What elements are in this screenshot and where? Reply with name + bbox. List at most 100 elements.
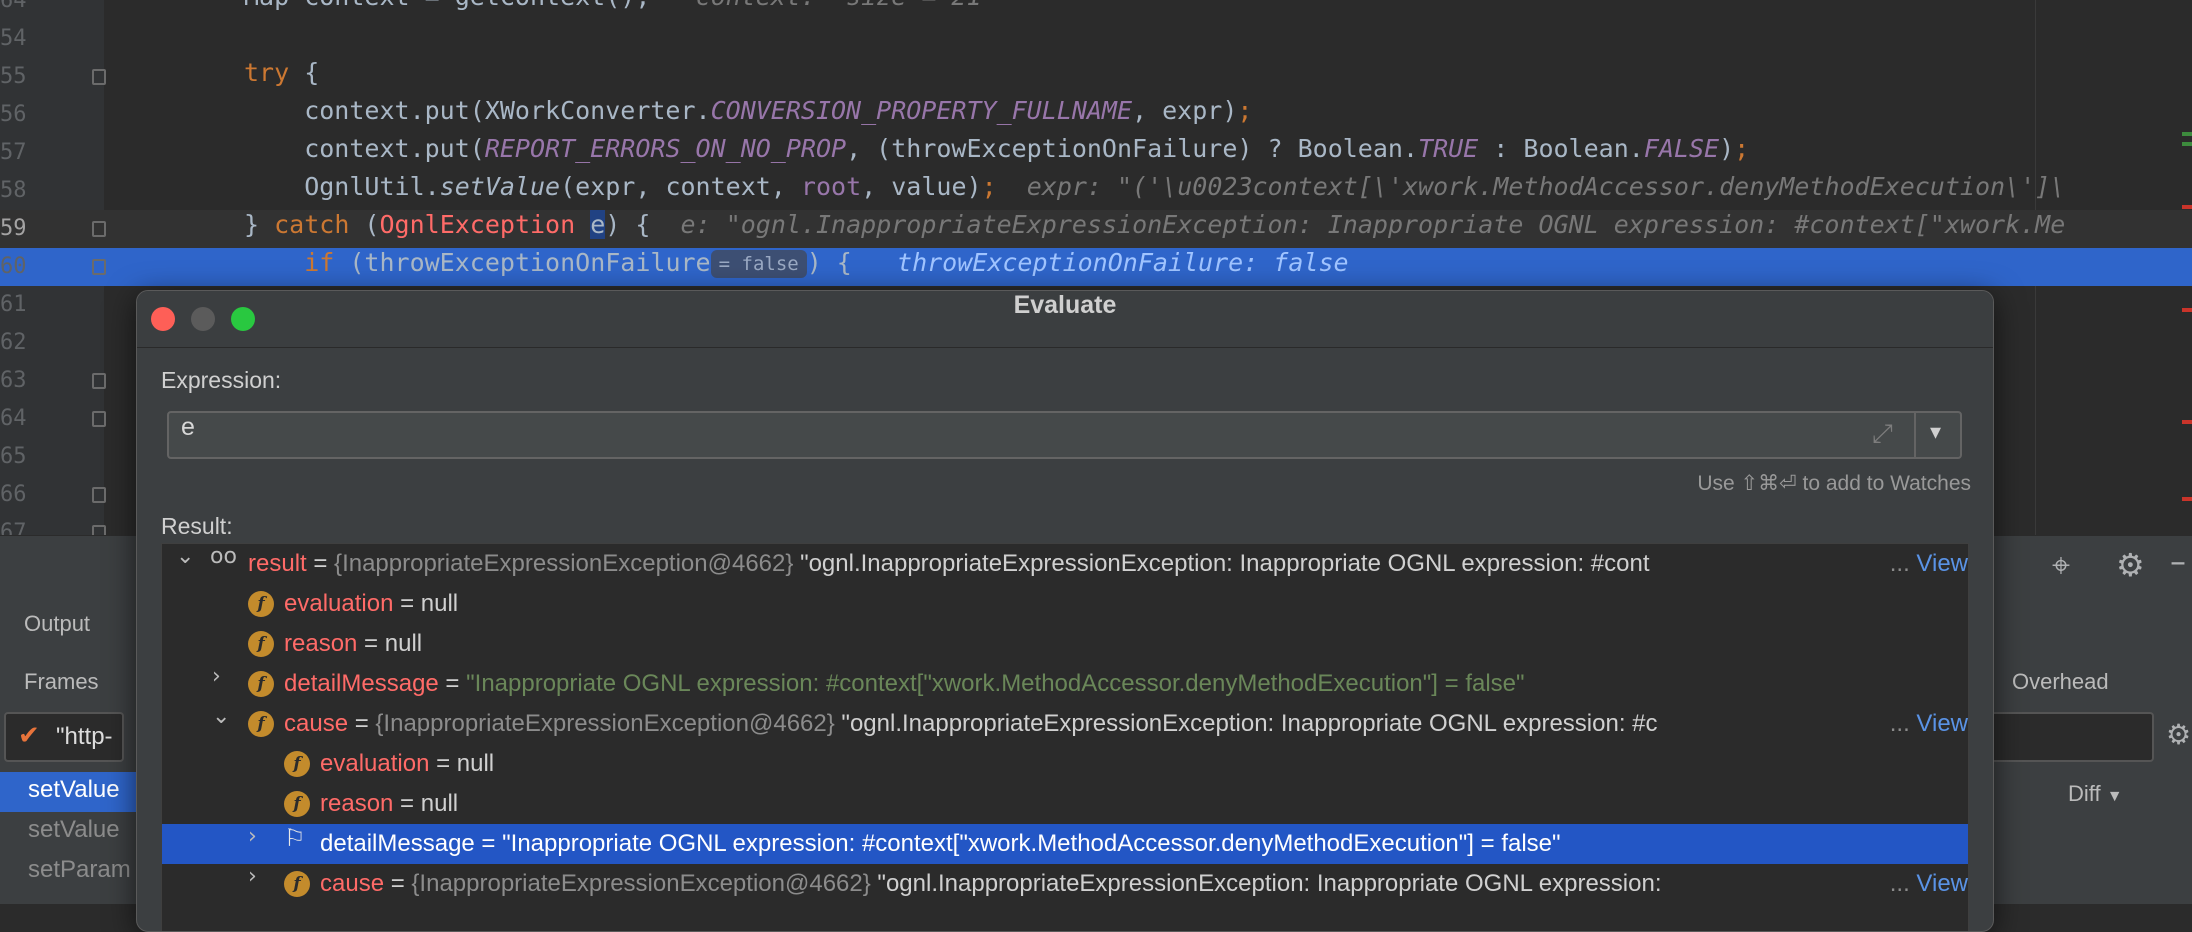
- code-line[interactable]: 59 } catch (OgnlException e) { e: "ognl.I…: [0, 210, 2192, 248]
- tab-frames[interactable]: Frames: [24, 669, 99, 695]
- code-token: (throwExceptionOnFailure: [334, 248, 711, 277]
- line-number[interactable]: 67: [0, 514, 27, 535]
- change-marker: [2182, 142, 2192, 146]
- tree-row[interactable]: ⌄ f cause = {InappropriateExpressionExcept…: [162, 704, 1968, 744]
- view-label[interactable]: View: [1916, 870, 1968, 897]
- field-icon: f: [248, 631, 274, 657]
- tab-output[interactable]: Output: [24, 611, 90, 637]
- frame-item[interactable]: setValue: [28, 776, 120, 804]
- fold-icon[interactable]: [92, 373, 106, 389]
- code-text[interactable]: context.put(REPORT_ERRORS_ON_NO_PROP, (t…: [244, 134, 1749, 163]
- view-label[interactable]: View: [1916, 710, 1968, 737]
- line-number[interactable]: 64: [0, 0, 27, 20]
- view-link[interactable]: ... View: [1883, 544, 1968, 584]
- code-line[interactable]: 55 try {: [0, 58, 2192, 96]
- code-token: ): [1719, 134, 1735, 163]
- equals-sign: =: [393, 790, 421, 817]
- code-line[interactable]: 64 Map context = getContext(); context: s…: [0, 0, 2192, 20]
- fold-icon[interactable]: [92, 259, 106, 275]
- code-line[interactable]: 54: [0, 20, 2192, 58]
- tree-row-text: reason = null: [320, 784, 458, 824]
- tree-row[interactable]: f reason = null: [162, 784, 1968, 824]
- code-text[interactable]: try {: [244, 58, 319, 87]
- code-line[interactable]: 56 context.put(XWorkConverter.CONVERSION…: [0, 96, 2192, 134]
- equals-sign: =: [438, 670, 467, 697]
- var-type: {InappropriateExpressionException@4662}: [334, 550, 801, 577]
- change-marker: [2182, 132, 2192, 136]
- expand-arrow-icon[interactable]: ›: [212, 664, 221, 689]
- maximize-button[interactable]: [231, 307, 255, 331]
- line-number[interactable]: 55: [0, 58, 27, 96]
- tree-row[interactable]: › f cause = {InappropriateExpressionExcept…: [162, 864, 1968, 904]
- var-name: cause: [320, 870, 385, 897]
- line-number[interactable]: 61: [0, 286, 27, 324]
- tree-row[interactable]: f evaluation = null: [162, 584, 1968, 624]
- line-number[interactable]: 57: [0, 134, 27, 172]
- code-text[interactable]: if (throwExceptionOnFailure = false) { th…: [244, 248, 1349, 278]
- collapse-arrow-icon[interactable]: ⌄: [176, 544, 194, 569]
- view-link[interactable]: ... View: [1883, 704, 1968, 744]
- crosshair-icon[interactable]: ⌖: [2052, 546, 2070, 585]
- line-number[interactable]: 65: [0, 438, 27, 476]
- code-line[interactable]: 57 context.put(REPORT_ERRORS_ON_NO_PROP,…: [0, 134, 2192, 172]
- expand-arrow-icon[interactable]: ›: [248, 824, 257, 849]
- expand-icon[interactable]: ⤢: [1872, 419, 1893, 450]
- var-value: "Inappropriate OGNL expression: #context…: [502, 830, 1561, 857]
- line-number[interactable]: 59: [0, 210, 27, 248]
- line-number[interactable]: 58: [0, 172, 27, 210]
- fold-icon[interactable]: [92, 221, 106, 237]
- code-token: context.put(: [244, 134, 485, 163]
- dialog-title: Evaluate: [1013, 291, 1117, 319]
- tree-row[interactable]: ⌄ oo result = {InappropriateExpressionExce…: [162, 544, 1968, 584]
- equals-sign: =: [306, 550, 335, 577]
- var-value: "ognl.InappropriateExpressionException: …: [800, 550, 1650, 577]
- code-line[interactable]: 60 if (throwExceptionOnFailure = false) {…: [0, 248, 2192, 286]
- code-text[interactable]: OgnlUtil.setValue(expr, context, root, v…: [244, 172, 2065, 201]
- line-number[interactable]: 54: [0, 20, 27, 58]
- line-number[interactable]: 62: [0, 324, 27, 362]
- code-line[interactable]: 58 OgnlUtil.setValue(expr, context, root…: [0, 172, 2192, 210]
- dialog-titlebar[interactable]: Evaluate: [137, 291, 1993, 348]
- diff-dropdown[interactable]: Diff ▼: [2068, 781, 2123, 807]
- code-text[interactable]: context.put(XWorkConverter.CONVERSION_PR…: [244, 96, 1252, 125]
- line-number[interactable]: 63: [0, 362, 27, 400]
- fold-icon[interactable]: [92, 69, 106, 85]
- close-button[interactable]: [151, 307, 175, 331]
- tree-row[interactable]: › ⚐ detailMessage = "Inappropriate OGNL ex…: [162, 824, 1968, 864]
- minimize-icon[interactable]: –: [2170, 542, 2186, 580]
- view-link[interactable]: ... View: [1883, 864, 1968, 904]
- tree-row[interactable]: f evaluation = null: [162, 744, 1968, 784]
- field-icon: f: [284, 871, 310, 897]
- code-text[interactable]: } catch (OgnlException e) { e: "ognl.Ina…: [244, 210, 2065, 239]
- expand-arrow-icon[interactable]: ›: [248, 864, 257, 889]
- search-field[interactable]: [1990, 712, 2154, 762]
- expression-value[interactable]: e: [181, 413, 195, 442]
- collapse-arrow-icon[interactable]: ⌄: [212, 704, 230, 729]
- minimize-button[interactable]: [191, 307, 215, 331]
- fold-icon[interactable]: [92, 487, 106, 503]
- view-label[interactable]: View: [1916, 550, 1968, 577]
- code-token: ;: [1237, 96, 1253, 125]
- expression-input[interactable]: e ⤢ ▾: [167, 411, 1962, 459]
- code-text[interactable]: Map context = getContext(); context: siz…: [244, 0, 982, 11]
- code-token: (: [349, 210, 380, 239]
- fold-icon[interactable]: [92, 525, 106, 535]
- line-number[interactable]: 66: [0, 476, 27, 514]
- tree-row[interactable]: f reason = null: [162, 624, 1968, 664]
- line-number[interactable]: 64: [0, 400, 27, 438]
- line-number[interactable]: 60: [0, 248, 27, 286]
- result-tree[interactable]: ⌄ oo result = {InappropriateExpressionExce…: [161, 543, 1969, 931]
- settings-icon[interactable]: ⚙: [2166, 718, 2191, 751]
- code-token: root: [800, 172, 862, 201]
- tab-overhead[interactable]: Overhead: [2012, 669, 2109, 695]
- history-dropdown-icon[interactable]: ▾: [1930, 420, 1941, 445]
- fold-icon[interactable]: [92, 411, 106, 427]
- error-marker: [2182, 205, 2192, 209]
- line-number[interactable]: 56: [0, 96, 27, 134]
- tree-row[interactable]: › f detailMessage = "Inappropriate OGNL ex…: [162, 664, 1968, 704]
- gear-icon[interactable]: ⚙: [2116, 546, 2145, 584]
- frame-item[interactable]: setValue: [28, 816, 120, 844]
- frame-item[interactable]: setParam: [28, 856, 131, 884]
